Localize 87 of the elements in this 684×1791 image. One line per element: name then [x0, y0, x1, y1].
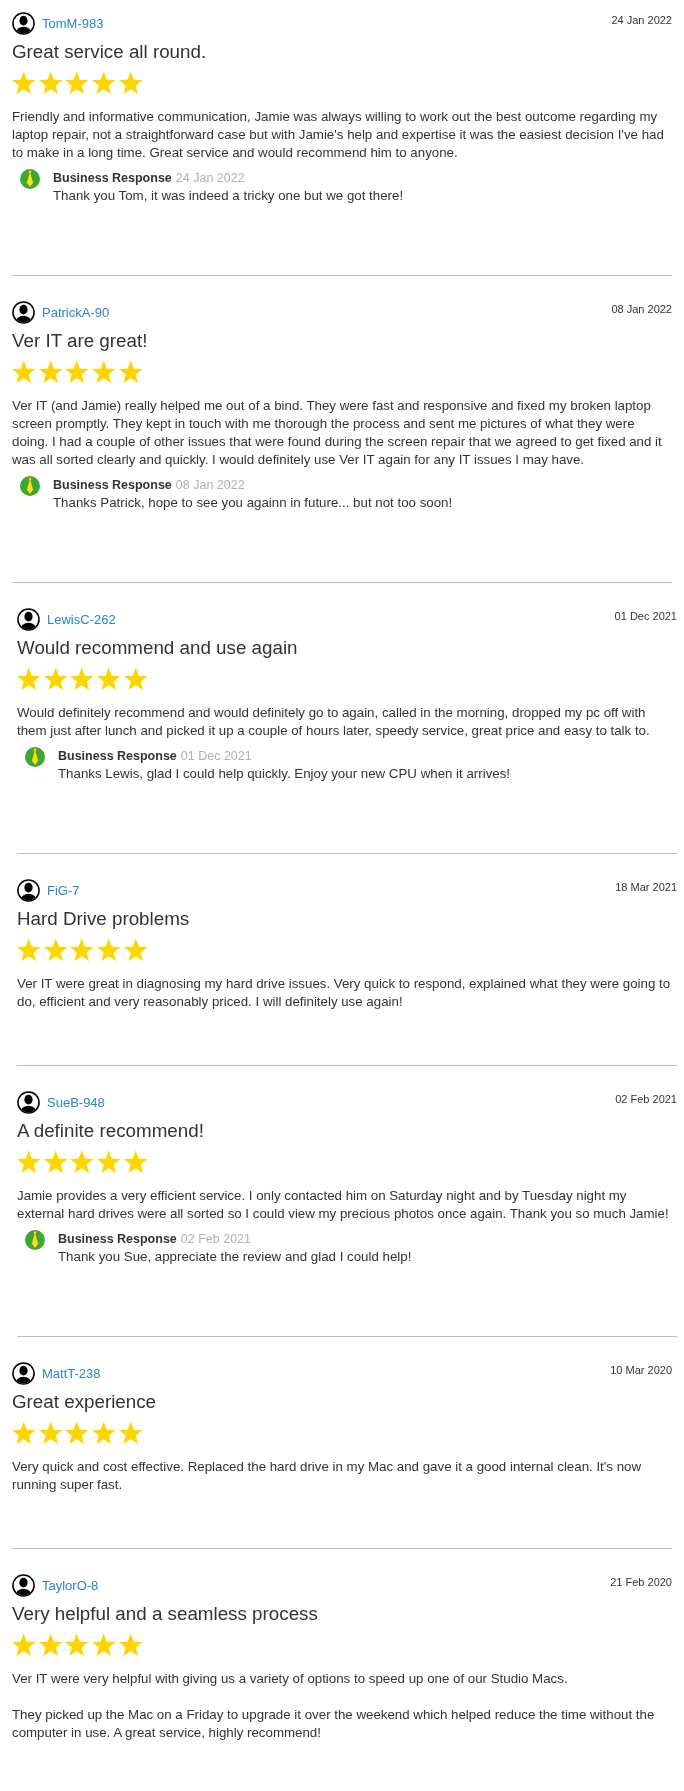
- review-date: 18 Mar 2021: [615, 880, 677, 894]
- review-text: Very quick and cost effective. Replaced the hard drive in my Mac and gave it a good internal clean. It's now running super fast.: [12, 1458, 643, 1494]
- review-text: Ver IT (and Jamie) really helped me out of a bind. They were fast and responsive and fixed my broken laptop screen promptly. They kept in touch with me thorough the process and sent me pictures of what they were doing. I had a couple of other issues that were found during the screen repair that we agreed to get fixed and it was all sorted clearly and quickly. I would definitely use Ver IT again for any IT issues I may have.: [12, 397, 663, 469]
- star-icon: [17, 667, 41, 691]
- review-date: 08 Jan 2022: [611, 302, 672, 316]
- review-text: Jamie provides a very efficient service. I only contacted him on Saturday night and by Tuesday night my external hard drives were all sorted so I could view my precious photos once again. Thank you so much Jamie!: [17, 1187, 670, 1223]
- tie-icon: [20, 169, 40, 189]
- review-text: Ver IT were very helpful with giving us a variety of options to speed up one of our Studio Macs.: [12, 1670, 569, 1688]
- avatar-icon: [17, 608, 40, 631]
- star-icon: [118, 71, 143, 95]
- star-icon: [97, 667, 121, 691]
- star-icon: [97, 1150, 121, 1174]
- response-text: Thank you Tom, it was indeed a tricky one but we got there!: [53, 187, 404, 205]
- review-date: 24 Jan 2022: [611, 13, 672, 27]
- response-date: 24 Jan 2022: [175, 170, 245, 187]
- star-icon: [123, 938, 148, 962]
- star-icon: [92, 1633, 116, 1657]
- star-icon: [65, 1633, 89, 1657]
- username-link[interactable]: TomM-983: [42, 12, 104, 35]
- response-label: Business Response: [53, 477, 172, 494]
- response-text: Thanks Lewis, glad I could help quickly. Enjoy your new CPU when it arrives!: [58, 765, 511, 783]
- star-icon: [12, 1633, 36, 1657]
- response-text: Thanks Patrick, hope to see you againn in future... but not too soon!: [53, 494, 453, 512]
- username-link[interactable]: LewisC-262: [47, 608, 116, 631]
- response-date: 08 Jan 2022: [175, 477, 245, 494]
- avatar-icon: [17, 1091, 40, 1114]
- star-icon: [92, 1421, 116, 1445]
- star-icon: [70, 938, 94, 962]
- tie-icon: [25, 1230, 45, 1250]
- star-icon: [38, 1633, 63, 1657]
- review-text: Friendly and informative communication, Jamie was always willing to work out the best outcome regarding my laptop repair, not a straightforward case but with Jamie's help and expertise it was the easiest decision I've had to make in a long time. Great service and would recommend him to anyone.: [12, 108, 665, 162]
- star-icon: [118, 360, 143, 384]
- star-icon: [12, 360, 36, 384]
- star-icon: [17, 938, 41, 962]
- star-icon: [70, 667, 94, 691]
- avatar-icon: [12, 1574, 35, 1597]
- review-date: 02 Feb 2021: [615, 1092, 677, 1106]
- star-icon: [17, 1150, 41, 1174]
- star-icon: [12, 71, 36, 95]
- star-icon: [38, 360, 63, 384]
- tie-icon: [25, 747, 45, 767]
- star-icon: [43, 1150, 68, 1174]
- review-text: Would definitely recommend and would definitely go to again, called in the morning, dropped my pc off with them just after lunch and picked it up a couple of hours later, speedy service, great price and easy to talk to.: [17, 704, 651, 740]
- response-text: Thank you Sue, appreciate the review and glad I could help!: [58, 1248, 412, 1266]
- review-text: Ver IT were great in diagnosing my hard drive issues. Very quick to respond, explained what they were going to do, efficient and very reasonably priced. I will definitely use again!: [17, 975, 672, 1011]
- username-link[interactable]: MattT-238: [42, 1362, 101, 1385]
- star-icon: [118, 1421, 143, 1445]
- username-link[interactable]: PatrickA-90: [42, 301, 110, 324]
- star-icon: [92, 71, 116, 95]
- response-date: 01 Dec 2021: [180, 748, 252, 765]
- username-link[interactable]: SueB-948: [47, 1091, 105, 1114]
- star-icon: [123, 1150, 148, 1174]
- review-title: Very helpful and a seamless process: [12, 1602, 319, 1626]
- avatar-icon: [12, 1362, 35, 1385]
- review-date: 21 Feb 2020: [610, 1575, 672, 1589]
- review-title: Hard Drive problems: [17, 907, 191, 931]
- star-icon: [12, 1421, 36, 1445]
- star-icon: [65, 1421, 89, 1445]
- review-title: Ver IT are great!: [12, 329, 149, 353]
- tie-icon: [20, 476, 40, 496]
- avatar-icon: [12, 12, 35, 35]
- star-icon: [43, 938, 68, 962]
- username-link[interactable]: FiG-7: [47, 879, 80, 902]
- response-label: Business Response: [58, 1231, 177, 1248]
- response-label: Business Response: [53, 170, 172, 187]
- review-title: Great experience: [12, 1390, 158, 1414]
- review-title: A definite recommend!: [17, 1119, 205, 1143]
- response-date: 02 Feb 2021: [180, 1231, 251, 1248]
- review-date: 10 Mar 2020: [610, 1363, 672, 1377]
- star-icon: [92, 360, 116, 384]
- review-date: 01 Dec 2021: [614, 609, 677, 623]
- star-icon: [38, 1421, 63, 1445]
- star-icon: [38, 71, 63, 95]
- review-text: They picked up the Mac on a Friday to upgrade it over the weekend which helped reduce the time without the computer in use. A great service, highly recommend!: [12, 1706, 656, 1742]
- star-icon: [123, 667, 148, 691]
- username-link[interactable]: TaylorO-8: [42, 1574, 99, 1597]
- star-icon: [97, 938, 121, 962]
- review-title: Great service all round.: [12, 40, 208, 64]
- star-icon: [65, 360, 89, 384]
- star-icon: [70, 1150, 94, 1174]
- star-icon: [65, 71, 89, 95]
- review-title: Would recommend and use again: [17, 636, 299, 660]
- star-icon: [118, 1633, 143, 1657]
- star-icon: [43, 667, 68, 691]
- avatar-icon: [12, 301, 35, 324]
- avatar-icon: [17, 879, 40, 902]
- response-label: Business Response: [58, 748, 177, 765]
